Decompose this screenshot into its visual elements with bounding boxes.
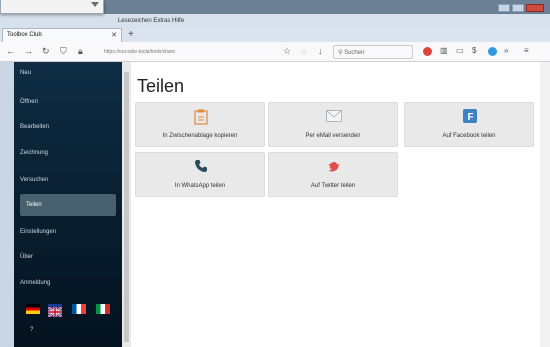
mail-icon: [324, 109, 344, 123]
pocket-icon[interactable]: ◌: [301, 46, 306, 56]
lock-icon: 🔒︎: [78, 46, 83, 56]
flag-it-icon[interactable]: [96, 304, 110, 314]
search-placeholder: Suchen: [344, 50, 365, 56]
menu-bar[interactable]: Lesezeichen Extras Hilfe: [118, 18, 184, 24]
main-content: Teilen In Zwischenablage kopieren Per eM…: [131, 62, 550, 347]
library-icon[interactable]: ▥: [440, 46, 448, 55]
tab-title: Toolbox Club: [7, 32, 42, 38]
sidebar-item-ueber[interactable]: Über: [20, 254, 33, 260]
browser-window: Lesezeichen Extras Hilfe Toolbox Club ✕ …: [0, 0, 550, 347]
back-icon[interactable]: ←: [6, 46, 15, 56]
dollar-extension-icon[interactable]: $: [472, 46, 476, 55]
sidebar-item-teilen[interactable]: Teilen: [26, 202, 42, 208]
sidebar-item-versuchen[interactable]: Versuchen: [20, 177, 48, 183]
chevron-down-icon: [91, 2, 99, 7]
sidebar-help[interactable]: ?: [30, 327, 33, 333]
flag-uk-icon[interactable]: [47, 304, 63, 318]
flag-uk-graphic: [47, 306, 63, 318]
sidebar-item-neu[interactable]: Neu: [20, 70, 31, 76]
sidebar-item-bearbeiten[interactable]: Bearbeiten: [20, 124, 49, 130]
close-window-button[interactable]: [526, 4, 544, 12]
address-bar[interactable]: https://our.tube-tools/tools/share: [104, 46, 274, 58]
share-card-label: Auf Twitter teilen: [310, 183, 356, 189]
share-card-label: In Zwischenablage kopieren: [162, 133, 238, 139]
share-card-facebook[interactable]: F Auf Facebook teilen: [404, 102, 534, 147]
sidebar-item-einstellungen[interactable]: Einstellungen: [20, 229, 56, 235]
tab-active[interactable]: Toolbox Club ✕: [2, 28, 122, 42]
page-title: Teilen: [137, 76, 185, 96]
sidebar-toggle-icon[interactable]: ▭: [456, 46, 464, 55]
overflow-icon[interactable]: »: [504, 46, 508, 55]
share-card-whatsapp[interactable]: In WhatsApp teilen: [135, 152, 265, 197]
sidebar-item-anmeldung[interactable]: Anmeldung: [20, 280, 50, 286]
phone-icon: [191, 159, 211, 173]
page-scrollbar[interactable]: [540, 62, 550, 347]
share-card-label: Auf Facebook teilen: [442, 133, 496, 139]
forward-icon[interactable]: →: [24, 46, 33, 56]
hamburger-menu-icon[interactable]: ≡: [524, 46, 529, 55]
twitter-icon: [324, 159, 344, 173]
tab-bar: Toolbox Club ✕ +: [0, 28, 550, 42]
extension-red-icon[interactable]: [423, 47, 432, 56]
sidebar-scrollbar-thumb[interactable]: [124, 72, 129, 342]
facebook-icon: F: [460, 109, 480, 123]
flag-fr-icon[interactable]: [72, 304, 86, 314]
svg-text:F: F: [468, 112, 474, 123]
reload-icon[interactable]: ↻: [42, 46, 50, 57]
window-controls: [498, 4, 544, 12]
maximize-button[interactable]: [512, 4, 524, 12]
share-card-twitter[interactable]: Auf Twitter teilen: [268, 152, 398, 197]
download-icon[interactable]: ↓: [318, 46, 323, 56]
share-card-clipboard[interactable]: In Zwischenablage kopieren: [135, 102, 265, 147]
flag-de-icon[interactable]: [26, 304, 40, 314]
close-icon[interactable]: ✕: [111, 31, 117, 39]
new-tab-button[interactable]: +: [128, 29, 134, 40]
bookmark-star-icon[interactable]: ☆: [283, 46, 291, 57]
share-card-label: Per eMail versenden: [305, 133, 361, 139]
taskbar-thumbnail[interactable]: [0, 0, 104, 14]
navigation-bar: ← → ↻ ⛉ 🔒︎ https://our.tube-tools/tools/…: [0, 42, 550, 62]
sidebar-item-zeichnung[interactable]: Zeichnung: [20, 150, 48, 156]
share-card-email[interactable]: Per eMail versenden: [268, 102, 398, 147]
shield-icon[interactable]: ⛉: [60, 46, 67, 57]
window-left-edge: [0, 62, 14, 347]
minimize-button[interactable]: [498, 4, 510, 12]
sidebar-item-oeffnen[interactable]: Öffnen: [20, 99, 38, 105]
sidebar-scrollbar[interactable]: [122, 62, 131, 347]
extension-blue-icon[interactable]: [488, 47, 497, 56]
search-input[interactable]: ⚲ Suchen: [333, 45, 413, 59]
share-card-label: In WhatsApp teilen: [174, 183, 226, 189]
clipboard-icon: [191, 109, 211, 125]
